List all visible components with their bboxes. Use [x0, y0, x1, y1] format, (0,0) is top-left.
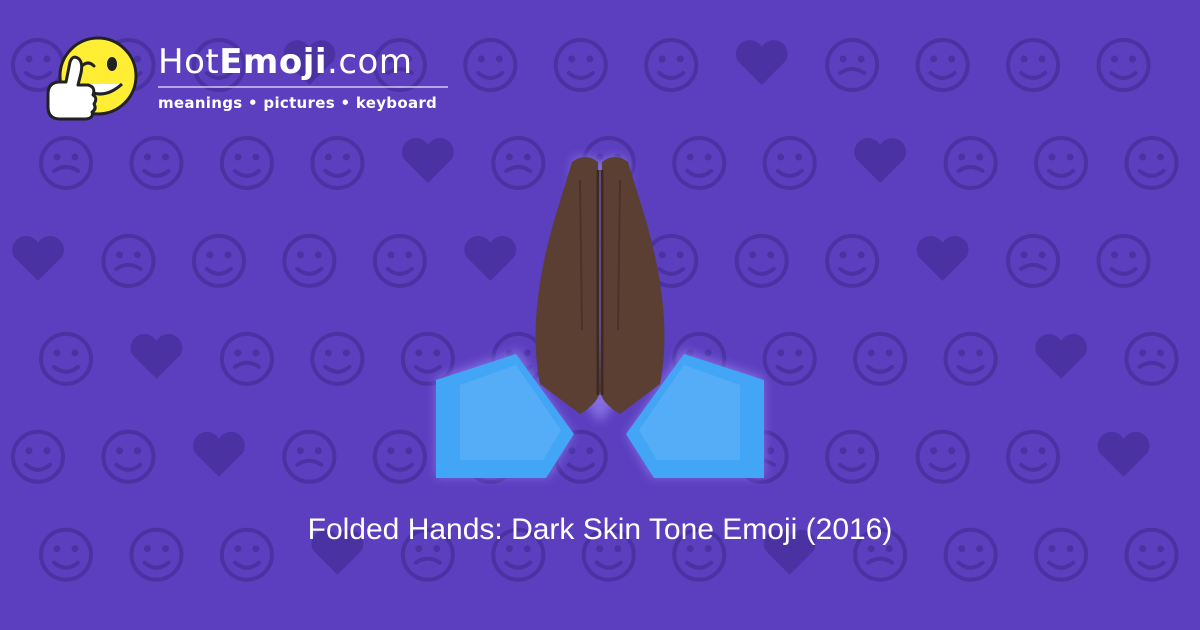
pattern-emoji-icon: [310, 135, 365, 190]
pattern-emoji-icon: [219, 331, 274, 386]
pattern-emoji-icon: [1124, 135, 1179, 190]
pattern-emoji-icon: [853, 331, 908, 386]
site-tagline: meanings • pictures • keyboard: [158, 94, 438, 112]
pattern-emoji-icon: [943, 135, 998, 190]
folded-hands-dark-skin-tone-icon: [436, 156, 764, 478]
site-name: HotEmoji.com: [158, 42, 448, 82]
pattern-emoji-icon: [1006, 38, 1061, 92]
pattern-emoji-icon: [854, 138, 907, 183]
pattern-emoji-icon: [193, 431, 245, 477]
pattern-emoji-icon: [130, 333, 183, 379]
pattern-emoji-icon: [915, 38, 970, 92]
pattern-emoji-icon: [219, 135, 274, 190]
pattern-emoji-icon: [39, 135, 93, 190]
pattern-emoji-icon: [191, 233, 246, 288]
pattern-emoji-icon: [1096, 38, 1151, 92]
pattern-emoji-icon: [825, 233, 880, 288]
left-hand: [535, 157, 600, 414]
winking-thumbs-up-smiley-icon: [46, 36, 138, 121]
pattern-emoji-icon: [372, 233, 427, 288]
pattern-emoji-icon: [943, 331, 998, 386]
site-name-bold: Emoji: [219, 42, 328, 82]
pattern-emoji-icon: [310, 331, 365, 386]
pattern-emoji-icon: [1097, 431, 1150, 477]
site-name-suffix: .com: [327, 42, 413, 82]
pattern-emoji-icon: [825, 38, 880, 92]
logo-divider: [158, 86, 448, 88]
pattern-emoji-icon: [129, 135, 184, 190]
pattern-emoji-icon: [282, 233, 337, 288]
right-hand: [600, 157, 665, 414]
site-logo[interactable]: HotEmoji.com meanings • pictures • keybo…: [38, 30, 468, 130]
pattern-emoji-icon: [1006, 429, 1061, 484]
pattern-emoji-icon: [101, 233, 156, 288]
pattern-emoji-icon: [825, 429, 880, 484]
pattern-emoji-icon: [915, 429, 970, 484]
pattern-emoji-icon: [916, 235, 969, 281]
pattern-emoji-icon: [1124, 331, 1179, 386]
pattern-emoji-icon: [735, 40, 788, 85]
pattern-emoji-icon: [101, 429, 156, 484]
pattern-emoji-icon: [1096, 233, 1151, 288]
pattern-emoji-icon: [39, 331, 93, 386]
pattern-emoji-icon: [644, 38, 699, 92]
pattern-emoji-icon: [1035, 333, 1087, 379]
pattern-emoji-icon: [12, 235, 64, 281]
emoji-caption: Folded Hands: Dark Skin Tone Emoji (2016…: [307, 513, 893, 546]
pattern-emoji-icon: [282, 429, 337, 484]
site-name-prefix: Hot: [158, 42, 220, 82]
pattern-emoji-icon: [1034, 135, 1089, 190]
pattern-emoji-icon: [1006, 233, 1061, 288]
pattern-emoji-icon: [372, 429, 427, 484]
pattern-emoji-icon: [553, 38, 608, 92]
pattern-emoji-icon: [463, 38, 518, 92]
pattern-emoji-icon: [11, 429, 65, 484]
